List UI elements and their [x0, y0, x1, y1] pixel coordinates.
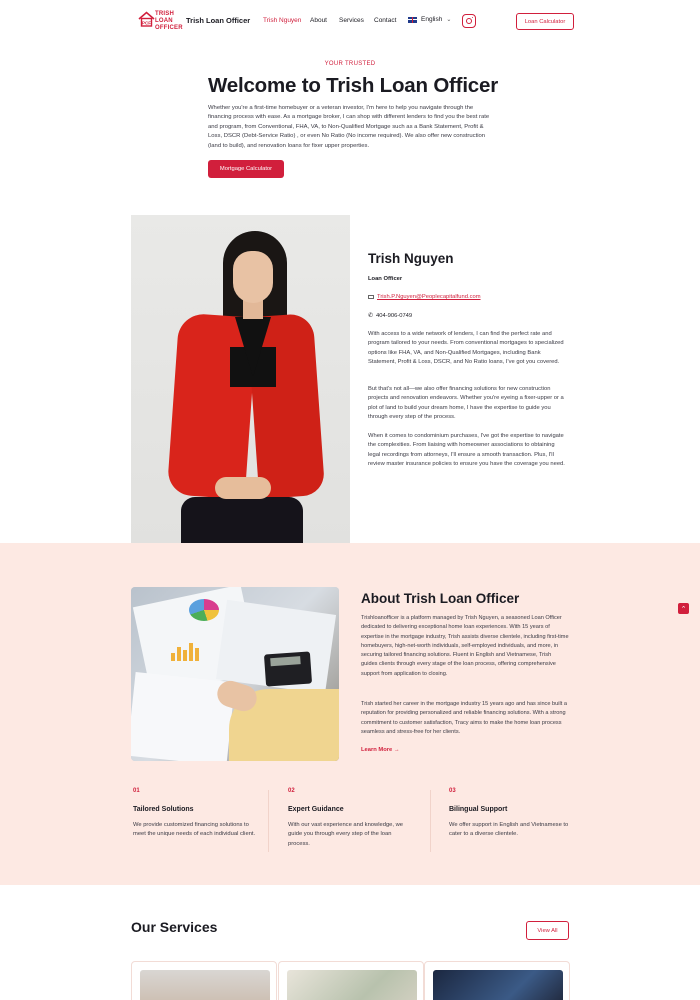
service-image	[140, 970, 270, 1000]
hero-eyebrow: YOUR TRUSTED	[324, 61, 376, 67]
view-all-button[interactable]: View All	[526, 921, 569, 940]
profile-phone: ✆ 404-906-0749	[368, 312, 412, 320]
service-card[interactable]	[131, 961, 277, 1000]
instagram-icon[interactable]	[462, 14, 476, 28]
service-image	[433, 970, 563, 1000]
nav-link-trish-nguyen[interactable]: Trish Nguyen	[263, 17, 301, 24]
mail-icon	[368, 294, 374, 300]
nav-link-services[interactable]: Services	[339, 17, 364, 24]
service-card[interactable]	[424, 961, 570, 1000]
brand-name[interactable]: Trish Loan Officer	[186, 16, 250, 25]
language-selector[interactable]: English ⌄	[408, 16, 451, 23]
nav-link-contact[interactable]: Contact	[374, 17, 396, 24]
feature-tailored-solutions: 01 Tailored Solutions We provide customi…	[133, 788, 283, 840]
logo[interactable]: PCF TRISH LOAN OFFICER	[138, 11, 183, 33]
profile-photo	[131, 215, 350, 543]
about-image	[131, 587, 339, 761]
about-paragraph-1: Trishloanofficer is a platform managed b…	[361, 615, 569, 677]
feature-expert-guidance: 02 Expert Guidance With our vast experie…	[288, 788, 438, 849]
about-title: About Trish Loan Officer	[361, 591, 520, 606]
arrow-up-icon: ⌃	[680, 605, 687, 613]
feature-number: 02	[288, 788, 295, 794]
service-card[interactable]	[278, 961, 424, 1000]
services-title: Our Services	[131, 919, 218, 935]
nav-link-about[interactable]: About	[310, 17, 327, 24]
language-label: English	[421, 16, 443, 23]
profile-bio-3: When it comes to condominium purchases, …	[368, 433, 565, 468]
about-paragraph-2: Trish started her career in the mortgage…	[361, 701, 567, 735]
profile-bio-2: But that's not all—we also offer financi…	[368, 386, 564, 421]
svg-text:PCF: PCF	[142, 20, 151, 25]
feature-number: 03	[449, 788, 456, 794]
email-link[interactable]: Trish.P.Nguyen@Peoplecapitalfund.com	[377, 294, 481, 300]
logo-text: TRISH LOAN OFFICER	[155, 11, 183, 31]
chevron-down-icon: ⌄	[446, 17, 452, 23]
top-nav: PCF TRISH LOAN OFFICER Trish Loan Office…	[0, 0, 700, 44]
learn-more-link[interactable]: Learn More →	[361, 747, 400, 753]
profile-role: Loan Officer	[368, 276, 403, 282]
flag-uk-icon	[408, 16, 417, 23]
hero-text: Whether you're a first-time homebuyer or…	[208, 105, 490, 149]
profile-name: Trish Nguyen	[368, 251, 454, 266]
phone-number[interactable]: 404-906-0749	[376, 313, 412, 319]
profile-email: Trish.P.Nguyen@Peoplecapitalfund.com	[368, 294, 481, 300]
mortgage-calculator-button[interactable]: Mortgage Calculator	[208, 160, 284, 178]
feature-number: 01	[133, 788, 140, 794]
loan-calculator-button[interactable]: Loan Calculator	[516, 13, 574, 30]
service-image	[287, 970, 417, 1000]
house-logo-icon: PCF	[138, 11, 155, 27]
feature-bilingual-support: 03 Bilingual Support We offer support in…	[449, 788, 599, 840]
profile-bio-1: With access to a wide network of lenders…	[368, 331, 564, 366]
feature-text: With our vast experience and knowledge, …	[288, 822, 404, 847]
scroll-to-top-button[interactable]: ⌃	[678, 603, 689, 614]
feature-text: We provide customized financing solution…	[133, 822, 256, 838]
feature-title: Expert Guidance	[288, 806, 344, 813]
phone-icon: ✆	[368, 313, 374, 319]
feature-title: Bilingual Support	[449, 806, 508, 813]
hero-title: Welcome to Trish Loan Officer	[208, 74, 498, 97]
feature-divider	[268, 790, 269, 852]
feature-divider	[430, 790, 431, 852]
feature-text: We offer support in English and Vietname…	[449, 822, 569, 838]
feature-title: Tailored Solutions	[133, 806, 194, 813]
